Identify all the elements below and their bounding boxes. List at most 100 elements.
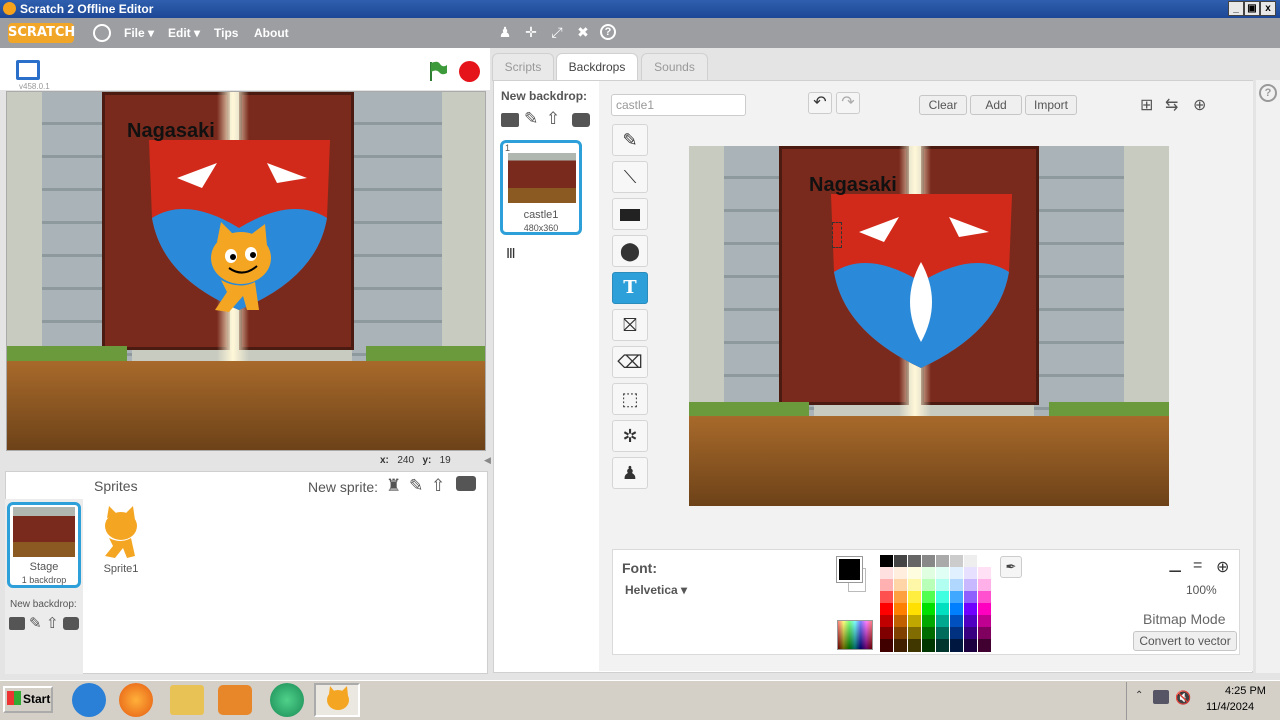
firefox-icon[interactable] (119, 683, 153, 717)
network-icon[interactable] (1153, 690, 1169, 704)
volume-muted-icon[interactable]: 🔇 (1175, 690, 1191, 706)
palette-swatch[interactable] (936, 639, 949, 652)
camera-sprite-icon[interactable] (456, 476, 476, 491)
tray-expand-icon[interactable]: ⌃ (1135, 690, 1143, 701)
paint-canvas[interactable]: Nagasaki (689, 146, 1169, 506)
clock-date[interactable]: 11/4/2024 (1206, 701, 1254, 713)
sprite-library-icon[interactable]: ♜ (386, 476, 401, 496)
messenger-icon[interactable] (270, 683, 304, 717)
file-explorer-icon[interactable] (170, 685, 204, 715)
tab-backdrops[interactable]: Backdrops (556, 53, 638, 82)
title-bar: Scratch 2 Offline Editor _ ▣ x (0, 0, 1280, 18)
convert-to-vector-button[interactable]: Convert to vector (1133, 631, 1237, 651)
media-player-icon[interactable] (218, 685, 252, 715)
text-insert-box[interactable] (832, 222, 842, 248)
fullscreen-icon[interactable] (16, 60, 40, 80)
shrink-icon[interactable]: ✖ (575, 24, 591, 40)
brush-tool-icon[interactable]: ✎ (612, 124, 648, 156)
camera-backdrop-icon[interactable] (572, 113, 590, 127)
zoom-out-icon[interactable]: ⚊ (1168, 557, 1182, 577)
green-flag-icon[interactable] (428, 60, 448, 82)
menu-edit[interactable]: Edit ▾ (168, 26, 200, 40)
wooden-floor (689, 416, 1169, 506)
import-button[interactable]: Import (1025, 95, 1077, 115)
menu-about[interactable]: About (254, 26, 289, 40)
menu-file[interactable]: File ▾ (124, 26, 154, 40)
stage-thumbnail[interactable]: Stage 1 backdrop (7, 502, 81, 588)
backdrop-library-icon[interactable] (9, 617, 25, 630)
clear-button[interactable]: Clear (919, 95, 967, 115)
menu-tips[interactable]: Tips (214, 26, 238, 40)
zoom-reset-icon[interactable]: = (1193, 557, 1202, 575)
tab-sounds[interactable]: Sounds (641, 53, 708, 81)
stop-icon[interactable] (459, 61, 480, 82)
close-button[interactable]: x (1260, 1, 1276, 16)
sprite-tile[interactable]: Sprite1 (85, 502, 157, 576)
flip-horizontal-icon[interactable]: ⇆ (1165, 95, 1178, 115)
x-label: x: (380, 455, 389, 466)
eraser-tool-icon[interactable]: ⌫ (612, 346, 648, 378)
collapse-stage-icon[interactable]: ◀ (484, 455, 492, 467)
backdrop-index: 1 (505, 143, 511, 153)
rectangle-tool-icon[interactable] (612, 198, 648, 230)
add-button[interactable]: Add (970, 95, 1022, 115)
stamp-tool-icon[interactable]: ♟ (612, 457, 648, 489)
color-picker-icon[interactable] (837, 620, 873, 650)
backdrop-tile[interactable]: 1 castle1 480x360 (500, 140, 582, 235)
paint-sprite-icon[interactable]: ✎ (409, 476, 423, 496)
fill-tool-icon[interactable]: ⛝ (612, 309, 648, 341)
help-icon[interactable]: ? (600, 24, 616, 40)
tab-scripts[interactable]: Scripts (492, 53, 554, 81)
color-palette[interactable] (880, 555, 994, 652)
backdrop-library-icon[interactable] (501, 113, 519, 127)
palette-swatch[interactable] (894, 639, 907, 652)
wooden-floor (7, 360, 485, 450)
scratch-logo[interactable]: SCRATCH (8, 23, 75, 43)
palette-swatch[interactable] (978, 639, 991, 652)
magic-wand-tool-icon[interactable]: ✲ (612, 420, 648, 452)
palette-swatch[interactable] (950, 639, 963, 652)
text-tool-icon[interactable]: T (612, 272, 648, 304)
upload-backdrop-icon[interactable]: ⇧ (546, 109, 560, 129)
scratch-app-icon (3, 2, 16, 15)
text-options-panel: Font: Helvetica ▾ ✒ ⚊ = ⊕ 100% Bitmap Mo… (612, 549, 1240, 655)
palette-swatch[interactable] (964, 639, 977, 652)
redo-icon[interactable]: ↷ (836, 92, 860, 114)
primary-color-swatch[interactable] (836, 556, 863, 583)
set-costume-center-icon[interactable]: ⊕ (1193, 95, 1206, 115)
castle-backdrop: Nagasaki (7, 92, 485, 450)
stamp-icon[interactable]: ♟ (497, 24, 513, 40)
internet-explorer-icon[interactable] (72, 683, 106, 717)
scratch-taskbar-button[interactable] (314, 683, 360, 717)
crop-icon[interactable]: ⊞ (1140, 95, 1153, 115)
move-icon[interactable]: ✛ (523, 24, 539, 40)
font-dropdown[interactable]: Helvetica ▾ (625, 583, 687, 597)
line-tool-icon[interactable]: ⟍ (612, 161, 648, 193)
palette-swatch[interactable] (908, 639, 921, 652)
select-tool-icon[interactable]: ⬚ (612, 383, 648, 415)
paint-backdrop-icon[interactable]: ✎ (29, 614, 42, 632)
zoom-in-icon[interactable]: ⊕ (1216, 557, 1229, 577)
upload-sprite-icon[interactable]: ⇧ (431, 476, 445, 496)
grow-icon[interactable]: ⤢ (549, 24, 565, 40)
ellipse-tool-icon[interactable]: ⬤ (612, 235, 648, 267)
help-icon[interactable]: ? (1259, 84, 1277, 102)
windows-logo-icon (7, 691, 21, 705)
restore-button[interactable]: ▣ (1244, 1, 1260, 16)
palette-swatch[interactable] (922, 639, 935, 652)
language-globe-icon[interactable] (93, 24, 111, 42)
paint-new-backdrop-icon[interactable]: ✎ (524, 109, 538, 129)
upload-backdrop-icon[interactable]: ⇧ (46, 614, 59, 632)
costume-name-input[interactable] (611, 94, 746, 116)
undo-icon[interactable]: ↶ (808, 92, 832, 114)
stage-label: Stage (29, 561, 59, 573)
camera-backdrop-icon[interactable] (63, 617, 79, 630)
scratch-cat-sprite[interactable] (199, 220, 279, 324)
sprite-thumbnail-cat (105, 506, 137, 558)
clock-time[interactable]: 4:25 PM (1225, 685, 1266, 697)
minimize-button[interactable]: _ (1228, 1, 1244, 16)
eyedropper-icon[interactable]: ✒ (1000, 556, 1022, 578)
palette-swatch[interactable] (880, 639, 893, 652)
stage-thumbnail-image (13, 507, 75, 557)
stage-canvas[interactable]: Nagasaki (6, 91, 486, 451)
